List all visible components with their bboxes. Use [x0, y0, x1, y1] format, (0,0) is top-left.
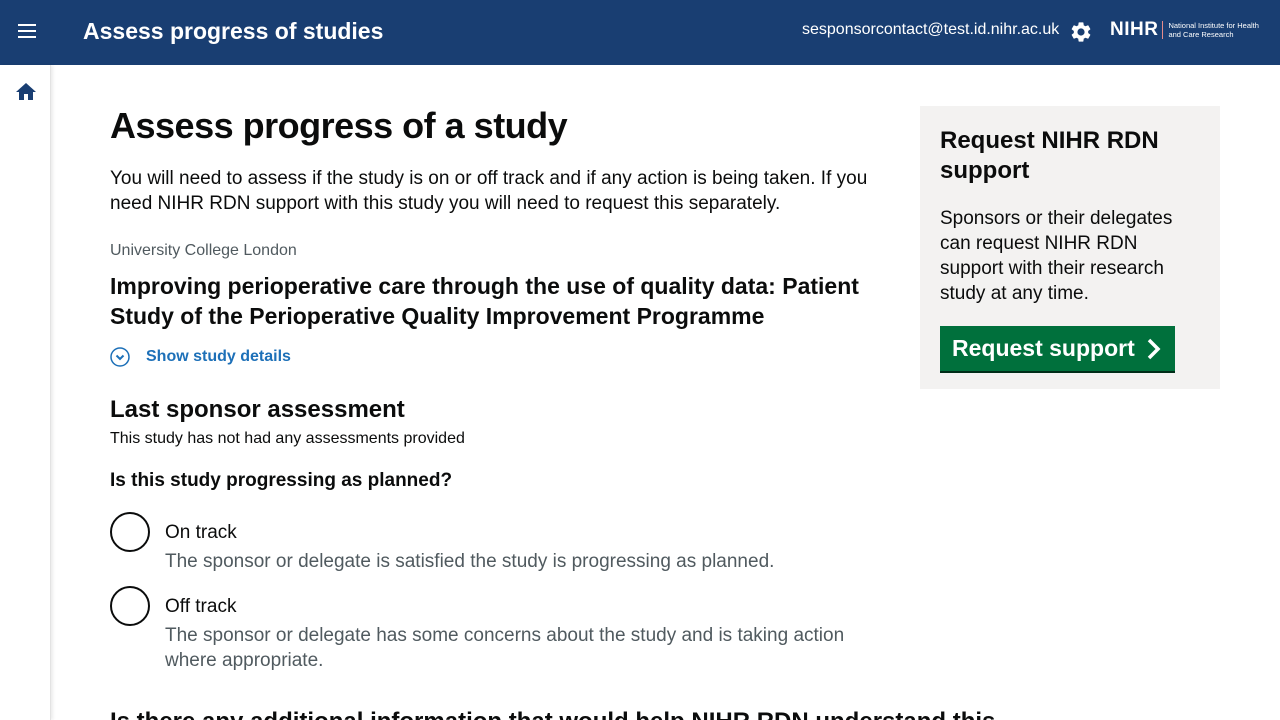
radio-hint: The sponsor or delegate has some concern… [165, 625, 845, 671]
chevron-right-icon [1147, 338, 1161, 359]
last-assessment-title: Last sponsor assessment [110, 396, 405, 423]
radio-on-track[interactable]: On track The sponsor or delegate is sati… [110, 512, 885, 574]
app-header: Assess progress of studies sesponsorcont… [0, 0, 1280, 65]
user-email: sesponsorcontact@test.id.nihr.ac.uk [802, 21, 1060, 38]
study-title: Improving perioperative care through the… [110, 273, 859, 329]
radio-label: Off track [165, 596, 237, 617]
gear-icon[interactable] [1069, 20, 1093, 44]
chevron-down-circle-icon [110, 347, 130, 367]
radio-off-track[interactable]: Off track The sponsor or delegate has so… [110, 586, 885, 673]
side-nav [0, 65, 51, 720]
nihr-logo: NIHR National Institute for Health and C… [1110, 19, 1264, 41]
page-title: Assess progress of a study [110, 105, 568, 146]
main-content: Assess progress of a study You will need… [110, 106, 885, 673]
show-study-details-label: Show study details [146, 348, 291, 365]
radio-button[interactable] [110, 586, 150, 626]
additional-info-question: Is there any additional information that… [110, 708, 995, 720]
home-icon[interactable] [14, 80, 38, 104]
logo-text: NIHR [1110, 19, 1159, 40]
panel-title: Request NIHR RDN support [940, 127, 1159, 184]
intro-text: You will need to assess if the study is … [110, 168, 868, 214]
radio-button[interactable] [110, 512, 150, 552]
request-support-button[interactable]: Request support [940, 326, 1175, 371]
app-title: Assess progress of studies [83, 18, 384, 44]
last-assessment-text: This study has not had any assessments p… [110, 430, 465, 447]
panel-text: Sponsors or their delegates can request … [940, 208, 1173, 304]
radio-label: On track [165, 522, 237, 543]
logo-subtext: National Institute for Health and Care R… [1168, 21, 1259, 39]
organisation-name: University College London [110, 242, 297, 259]
logo-divider [1162, 21, 1164, 39]
request-support-label: Request support [952, 335, 1135, 361]
progress-question: Is this study progressing as planned? [110, 470, 453, 491]
request-support-panel: Request NIHR RDN support Sponsors or the… [920, 106, 1220, 389]
show-study-details-toggle[interactable]: Show study details [110, 347, 885, 367]
menu-icon[interactable] [14, 20, 40, 46]
radio-hint: The sponsor or delegate is satisfied the… [165, 551, 775, 572]
